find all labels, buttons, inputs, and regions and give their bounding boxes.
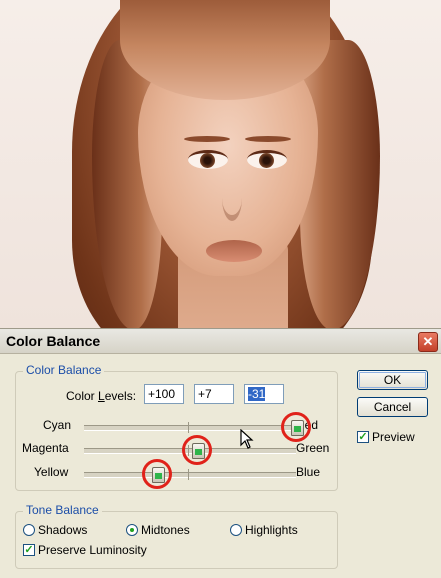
- cyan-label: Cyan: [43, 418, 72, 432]
- magenta-green-slider-track[interactable]: [84, 435, 296, 465]
- magenta-label: Magenta: [22, 441, 69, 455]
- color-balance-dialog: Color Balance ✕ Color Balance Color Leve…: [0, 328, 441, 578]
- green-label: Green: [296, 441, 330, 455]
- checkmark-icon: ✓: [358, 431, 368, 443]
- close-icon: ✕: [422, 334, 434, 349]
- shadows-radio[interactable]: [23, 524, 35, 536]
- tone-balance-group-label: Tone Balance: [23, 503, 102, 517]
- cancel-button[interactable]: Cancel: [357, 397, 428, 417]
- nose-shape: [222, 175, 242, 221]
- sepia-portrait-photo: [0, 0, 441, 328]
- ok-button[interactable]: OK: [357, 370, 428, 390]
- dialog-titlebar[interactable]: Color Balance ✕: [0, 329, 441, 354]
- cyan-red-highlight-circle: [281, 412, 311, 442]
- color-level-magenta-green-value: +7: [198, 387, 212, 401]
- lips-shape: [206, 240, 262, 262]
- dialog-title: Color Balance: [6, 333, 101, 349]
- preview-checkbox[interactable]: ✓: [357, 431, 369, 443]
- yellow-blue-slider-track[interactable]: [84, 459, 296, 489]
- left-eye: [188, 150, 228, 169]
- color-level-cyan-red-value: +100: [148, 387, 176, 401]
- highlights-radio[interactable]: [230, 524, 242, 536]
- midtones-label[interactable]: Midtones: [141, 523, 190, 537]
- preserve-luminosity-checkbox[interactable]: ✓: [23, 544, 35, 556]
- preview-label[interactable]: Preview: [372, 430, 415, 444]
- blue-label: Blue: [296, 465, 321, 479]
- checkmark-icon: ✓: [24, 544, 34, 556]
- preserve-luminosity-label[interactable]: Preserve Luminosity: [38, 543, 147, 557]
- color-level-yellow-blue-value: -31: [248, 387, 266, 401]
- cyan-red-slider-track[interactable]: [84, 412, 311, 442]
- color-balance-group-label: Color Balance: [23, 363, 105, 377]
- left-eyebrow: [184, 136, 230, 142]
- highlights-label[interactable]: Highlights: [245, 523, 298, 537]
- yellow-blue-center-tick: [188, 469, 189, 480]
- color-level-magenta-green-input[interactable]: +7: [194, 384, 234, 404]
- tone-balance-group: [15, 511, 338, 569]
- color-level-yellow-blue-input[interactable]: -31: [244, 384, 284, 404]
- shadows-label[interactable]: Shadows: [38, 523, 87, 537]
- close-button[interactable]: ✕: [418, 332, 438, 352]
- color-levels-label: Color Levels:: [66, 389, 137, 403]
- midtones-radio[interactable]: [126, 524, 138, 536]
- right-eyebrow: [245, 136, 291, 142]
- yellow-label: Yellow: [34, 465, 69, 479]
- cyan-red-center-tick: [188, 422, 189, 433]
- right-eye: [247, 150, 287, 169]
- yellow-blue-highlight-circle: [142, 459, 173, 489]
- color-level-cyan-red-input[interactable]: +100: [144, 384, 184, 404]
